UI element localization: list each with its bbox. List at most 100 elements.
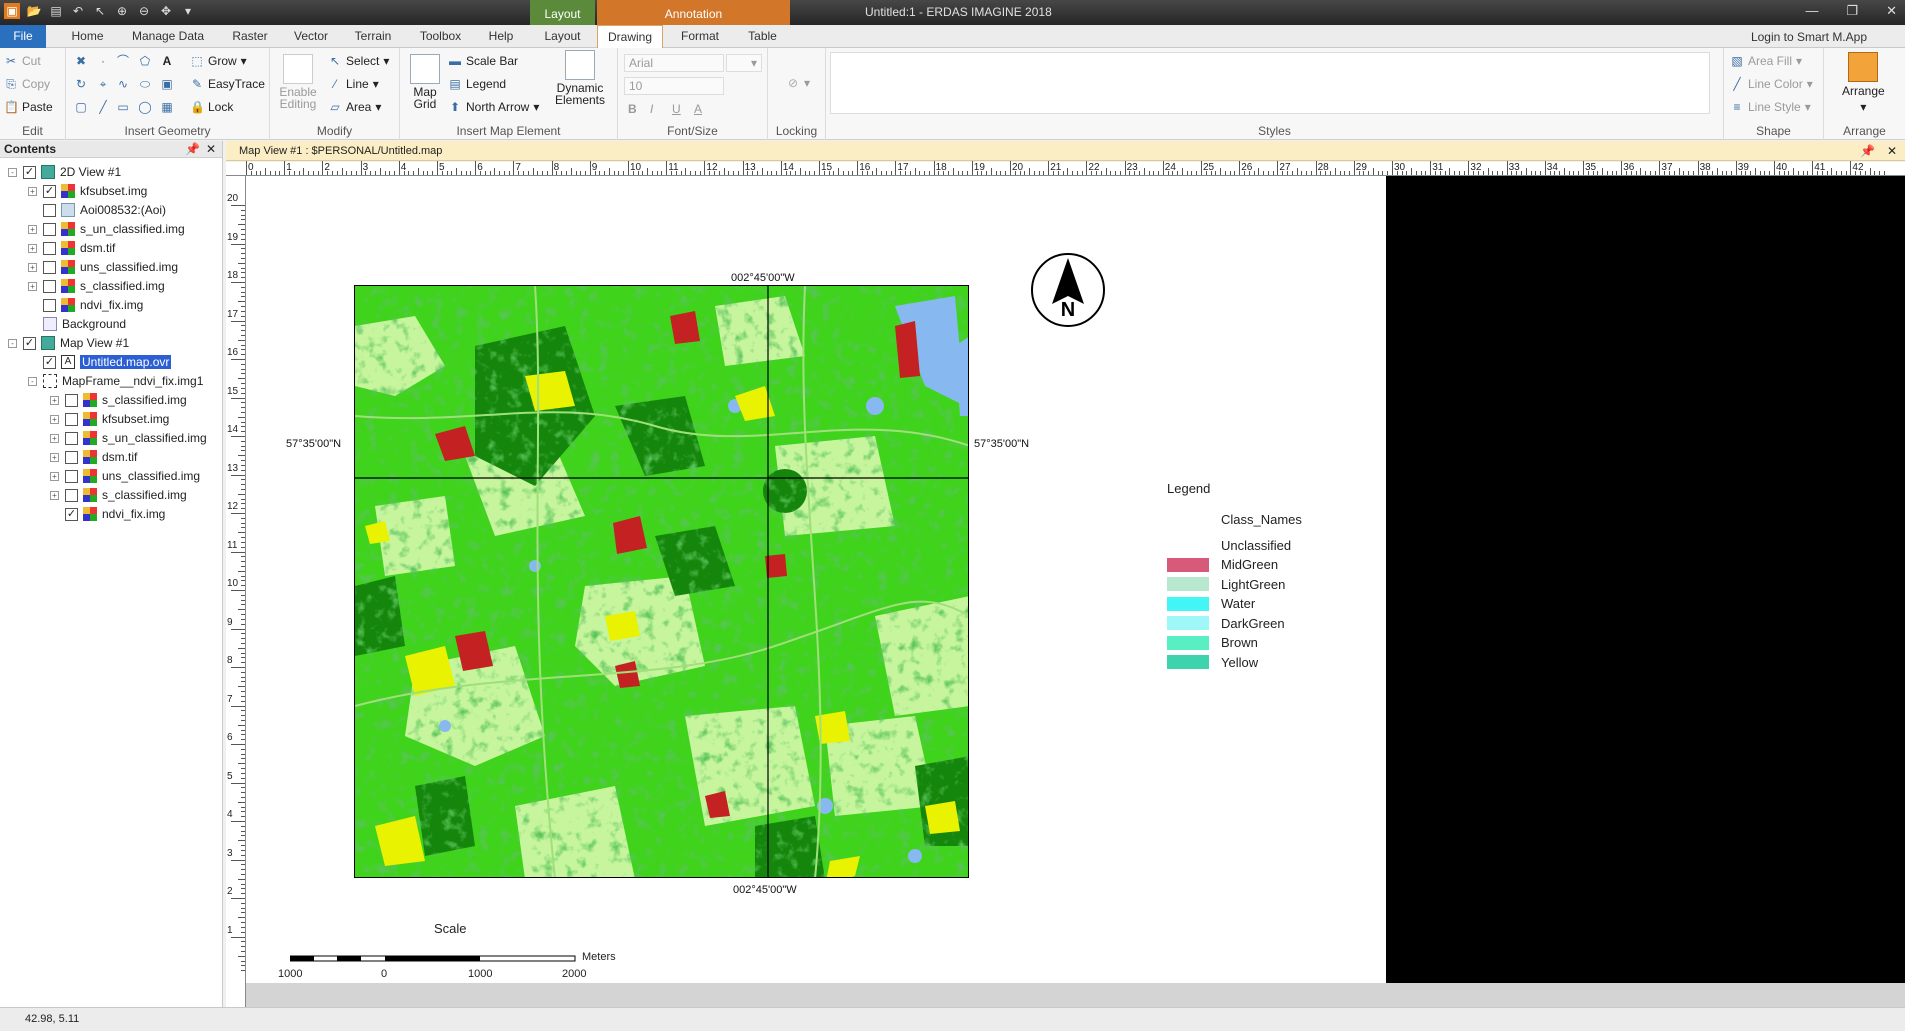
tab-terrain[interactable]: Terrain <box>347 25 399 48</box>
expand-icon[interactable]: + <box>50 395 59 405</box>
layer-checkbox[interactable] <box>65 469 78 483</box>
zoom-in-icon[interactable]: ⊕ <box>114 3 130 19</box>
open-icon[interactable]: 📂 <box>26 3 42 19</box>
line-color-button[interactable]: ╱ Line Color ▾ <box>1730 77 1812 91</box>
expand-icon[interactable]: + <box>50 490 59 500</box>
rotate-tool[interactable]: ↻ <box>74 77 88 91</box>
layer-checkbox[interactable] <box>65 393 78 407</box>
image-tool[interactable]: ▣ <box>160 77 174 91</box>
collapse-icon[interactable]: - <box>8 167 17 177</box>
tree-row[interactable]: Background <box>28 315 126 333</box>
tree-row[interactable]: + s_un_classified.img <box>50 429 207 447</box>
square-tool[interactable]: ▢ <box>74 100 88 114</box>
layer-checkbox[interactable] <box>43 298 56 312</box>
close-icon[interactable]: ✕ <box>206 141 216 158</box>
close-icon[interactable]: ✕ <box>1887 141 1897 161</box>
text-tool[interactable]: A <box>160 54 174 68</box>
arc-tool[interactable]: ⌒ <box>116 54 130 68</box>
line-button[interactable]: ⁄ Line ▾ <box>328 77 379 91</box>
locking-button[interactable]: ⊘ ▾ <box>786 76 810 90</box>
tree-row[interactable]: + dsm.tif <box>28 239 115 257</box>
italic-button[interactable]: I <box>650 102 653 116</box>
tab-help[interactable]: Help <box>478 25 524 48</box>
tab-raster[interactable]: Raster <box>222 25 278 48</box>
layer-checkbox[interactable]: ✓ <box>65 507 78 521</box>
copy-button[interactable]: ⎘ Copy <box>4 77 50 91</box>
polygon-tool[interactable]: ⬠ <box>138 54 152 68</box>
layer-checkbox[interactable] <box>43 260 56 274</box>
dynamic-elements-button[interactable]: Dynamic Elements <box>550 50 610 106</box>
collapse-icon[interactable]: - <box>28 376 37 386</box>
paste-button[interactable]: 📋 Paste <box>4 100 53 114</box>
pointer-icon[interactable]: ↖ <box>92 3 108 19</box>
arrange-button[interactable]: Arrange ▾ <box>1842 52 1885 114</box>
select-button[interactable]: ↖ Select ▾ <box>328 54 389 68</box>
tree-row[interactable]: + s_un_classified.img <box>28 220 185 238</box>
expand-icon[interactable]: + <box>28 243 37 253</box>
tab-manage-data[interactable]: Manage Data <box>125 25 211 48</box>
delete-tool[interactable]: ✖ <box>74 54 88 68</box>
area-fill-button[interactable]: ▧ Area Fill ▾ <box>1730 54 1802 68</box>
bold-button[interactable]: B <box>628 102 637 116</box>
scale-bar-button[interactable]: ▬ Scale Bar <box>448 54 518 68</box>
tree-row[interactable]: Aoi008532:(Aoi) <box>28 201 166 219</box>
pin-icon[interactable]: 📌 <box>1860 141 1875 161</box>
login-link[interactable]: Login to Smart M.App <box>1751 30 1867 44</box>
crosshair-tool[interactable]: ⌖ <box>96 77 110 91</box>
circle-tool[interactable]: ◯ <box>138 100 152 114</box>
tree-row[interactable]: + s_classified.img <box>28 277 165 295</box>
expand-icon[interactable]: + <box>28 281 37 291</box>
font-name-field[interactable]: Arial <box>624 54 724 72</box>
layer-checkbox[interactable]: ✓ <box>23 336 36 350</box>
tree-row[interactable]: + s_classified.img <box>50 391 187 409</box>
undo-icon[interactable]: ↶ <box>70 3 86 19</box>
map-grid-button[interactable]: Map Grid <box>408 54 442 110</box>
tab-table[interactable]: Table <box>735 25 790 48</box>
tab-format[interactable]: Format <box>670 25 730 48</box>
underline-button[interactable]: U <box>672 102 681 116</box>
lock-button[interactable]: 🔒 Lock <box>190 100 233 114</box>
minimize-icon[interactable]: — <box>1805 3 1818 19</box>
rectangle-tool[interactable]: ▭ <box>116 100 130 114</box>
font-size-dropdown[interactable]: ▾ <box>726 54 762 72</box>
expand-icon[interactable]: + <box>50 433 59 443</box>
customize-qat-icon[interactable]: ▾ <box>180 3 196 19</box>
grid-tool[interactable]: ▦ <box>160 100 174 114</box>
north-arrow-button[interactable]: ⬆ North Arrow ▾ <box>448 100 539 114</box>
layer-checkbox[interactable] <box>65 488 78 502</box>
grow-button[interactable]: ⬚ Grow ▾ <box>190 54 246 68</box>
collapse-icon[interactable]: - <box>8 338 17 348</box>
expand-icon[interactable]: + <box>28 262 37 272</box>
cut-button[interactable]: ✂ Cut <box>4 54 41 68</box>
expand-icon[interactable]: + <box>28 224 37 234</box>
enable-editing-button[interactable]: Enable Editing <box>278 54 318 110</box>
tree-row[interactable]: + uns_classified.img <box>50 467 200 485</box>
map-page[interactable]: 002°45'00"W 002°45'00"W 57°35'00"N 57°35… <box>246 176 1386 983</box>
tree-row[interactable]: + s_classified.img <box>50 486 187 504</box>
layer-checkbox[interactable]: ✓ <box>23 165 36 179</box>
legend-button[interactable]: ▤ Legend <box>448 77 506 91</box>
ellipse-tool[interactable]: ⬭ <box>138 77 152 91</box>
tab-layout[interactable]: Layout <box>530 25 595 48</box>
layer-checkbox[interactable] <box>43 203 56 217</box>
font-size-field[interactable]: 10 <box>624 77 724 95</box>
layer-checkbox[interactable] <box>43 279 56 293</box>
tree-row[interactable]: + ✓ kfsubset.img <box>28 182 147 200</box>
layer-checkbox[interactable] <box>43 222 56 236</box>
tab-toolbox[interactable]: Toolbox <box>412 25 469 48</box>
save-icon[interactable]: ▤ <box>48 3 64 19</box>
easytrace-button[interactable]: ✎ EasyTrace <box>190 77 265 91</box>
line-style-button[interactable]: ≡ Line Style ▾ <box>1730 100 1810 114</box>
zoom-out-icon[interactable]: ⊖ <box>136 3 152 19</box>
layer-checkbox[interactable] <box>43 241 56 255</box>
curve-tool[interactable]: ∿ <box>116 77 130 91</box>
styles-gallery[interactable] <box>830 52 1710 114</box>
point-tool[interactable]: · <box>96 54 110 68</box>
layer-checkbox[interactable] <box>65 412 78 426</box>
tree-row[interactable]: ✓ A Untitled.map.ovr <box>28 353 172 371</box>
layer-checkbox[interactable]: ✓ <box>43 184 56 198</box>
tree-row[interactable]: + dsm.tif <box>50 448 137 466</box>
maximize-icon[interactable]: ❐ <box>1846 3 1858 19</box>
map-frame[interactable] <box>354 285 969 878</box>
expand-icon[interactable]: + <box>50 471 59 481</box>
